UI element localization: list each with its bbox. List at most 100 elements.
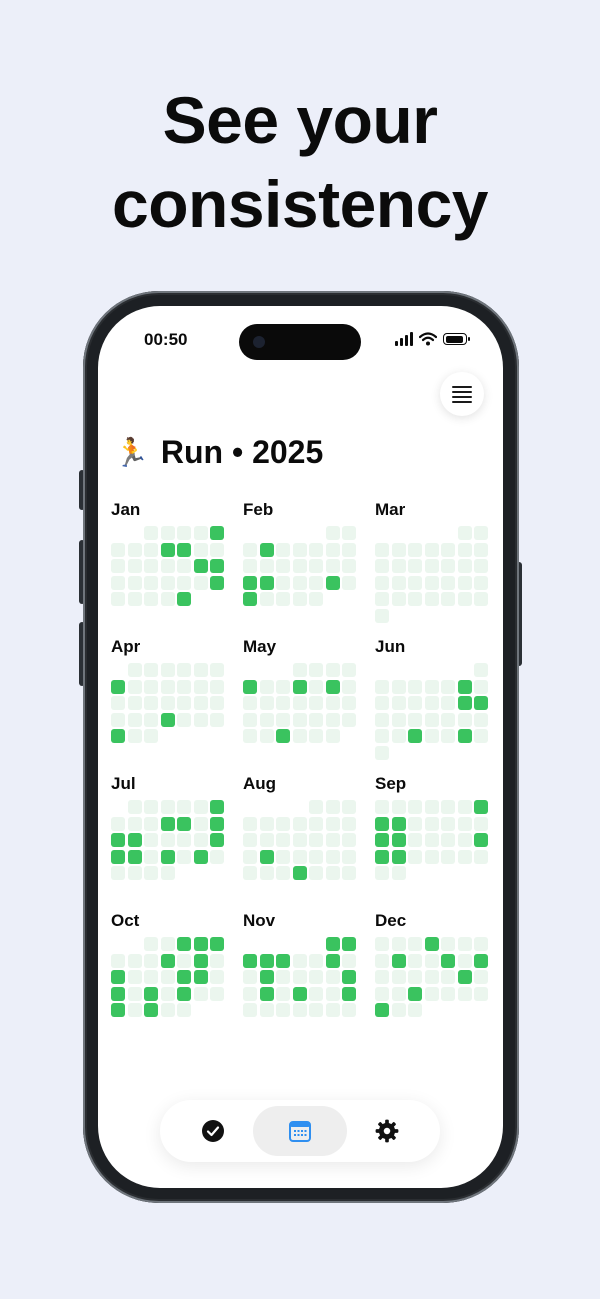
day-cell[interactable] [342,559,356,573]
day-cell[interactable] [160,849,175,864]
day-cell[interactable] [424,970,439,984]
day-cell[interactable] [193,542,208,557]
day-cell[interactable] [160,696,175,710]
day-cell[interactable] [474,816,488,831]
day-cell[interactable] [160,575,175,590]
day-cell[interactable] [193,712,208,727]
day-cell[interactable] [391,849,406,864]
day-cell[interactable] [111,712,125,727]
day-cell[interactable] [325,526,340,540]
day-cell[interactable] [325,816,340,831]
day-cell[interactable] [144,542,158,557]
day-cell[interactable] [391,953,406,968]
day-cell[interactable] [193,663,208,677]
day-cell[interactable] [276,542,290,557]
day-cell[interactable] [457,953,472,968]
day-cell[interactable] [474,663,488,677]
day-cell[interactable] [424,849,439,864]
tab-habits[interactable] [166,1106,260,1156]
day-cell[interactable] [259,729,274,743]
day-cell[interactable] [309,866,323,880]
day-cell[interactable] [391,679,406,694]
day-cell[interactable] [144,679,158,694]
day-cell[interactable] [408,953,422,968]
day-cell[interactable] [441,542,455,557]
day-cell[interactable] [325,937,340,951]
day-cell[interactable] [309,592,323,606]
day-cell[interactable] [424,559,439,573]
day-cell[interactable] [144,663,158,677]
day-cell[interactable] [424,542,439,557]
day-cell[interactable] [210,970,224,984]
day-cell[interactable] [325,575,340,590]
day-cell[interactable] [292,679,307,694]
day-cell[interactable] [243,953,257,968]
day-cell[interactable] [160,816,175,831]
day-cell[interactable] [243,970,257,984]
day-cell[interactable] [144,526,158,540]
day-cell[interactable] [259,849,274,864]
day-cell[interactable] [408,849,422,864]
day-cell[interactable] [375,986,389,1001]
day-cell[interactable] [144,575,158,590]
day-cell[interactable] [177,542,191,557]
day-cell[interactable] [111,866,125,880]
day-cell[interactable] [408,575,422,590]
day-cell[interactable] [441,679,455,694]
day-cell[interactable] [408,970,422,984]
day-cell[interactable] [309,833,323,847]
day-cell[interactable] [391,592,406,606]
day-cell[interactable] [408,729,422,743]
day-cell[interactable] [210,800,224,814]
day-cell[interactable] [457,575,472,590]
day-cell[interactable] [144,866,158,880]
day-cell[interactable] [210,712,224,727]
day-cell[interactable] [259,970,274,984]
day-cell[interactable] [177,592,191,606]
day-cell[interactable] [441,800,455,814]
day-cell[interactable] [408,559,422,573]
day-cell[interactable] [292,833,307,847]
day-cell[interactable] [276,970,290,984]
day-cell[interactable] [292,542,307,557]
day-cell[interactable] [210,542,224,557]
day-cell[interactable] [424,696,439,710]
day-cell[interactable] [309,800,323,814]
day-cell[interactable] [160,800,175,814]
day-cell[interactable] [342,816,356,831]
day-cell[interactable] [424,816,439,831]
day-cell[interactable] [441,729,455,743]
day-cell[interactable] [408,816,422,831]
day-cell[interactable] [243,1003,257,1017]
day-cell[interactable] [127,592,142,606]
day-cell[interactable] [193,953,208,968]
day-cell[interactable] [309,970,323,984]
day-cell[interactable] [342,663,356,677]
day-cell[interactable] [474,712,488,727]
day-cell[interactable] [342,937,356,951]
day-cell[interactable] [292,729,307,743]
day-cell[interactable] [408,937,422,951]
day-cell[interactable] [160,712,175,727]
day-cell[interactable] [309,729,323,743]
day-cell[interactable] [342,542,356,557]
day-cell[interactable] [243,542,257,557]
day-cell[interactable] [325,970,340,984]
day-cell[interactable] [474,679,488,694]
day-cell[interactable] [325,696,340,710]
day-cell[interactable] [325,800,340,814]
day-cell[interactable] [243,833,257,847]
day-cell[interactable] [210,986,224,1001]
day-cell[interactable] [144,986,158,1001]
day-cell[interactable] [457,849,472,864]
day-cell[interactable] [177,816,191,831]
day-cell[interactable] [177,800,191,814]
day-cell[interactable] [457,937,472,951]
day-cell[interactable] [193,970,208,984]
day-cell[interactable] [111,953,125,968]
day-cell[interactable] [457,833,472,847]
day-cell[interactable] [292,849,307,864]
day-cell[interactable] [160,833,175,847]
day-cell[interactable] [160,953,175,968]
day-cell[interactable] [144,833,158,847]
